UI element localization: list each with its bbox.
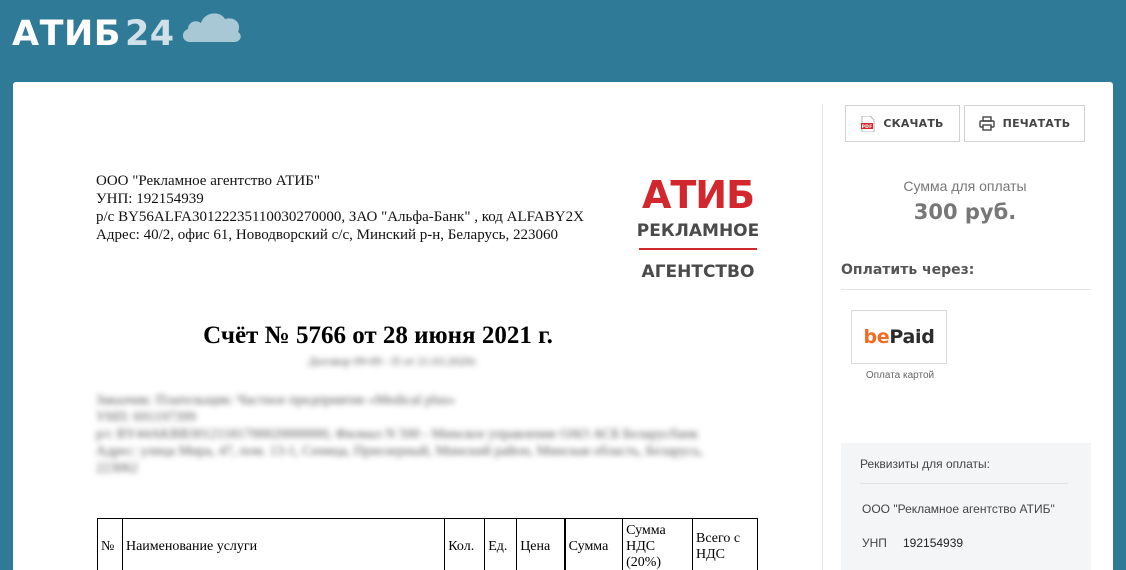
download-button[interactable]: PDF СКАЧАТЬ bbox=[845, 105, 960, 142]
pdf-icon: PDF bbox=[861, 115, 875, 132]
pay-via-heading: Оплатить через: bbox=[841, 262, 975, 278]
download-label: СКАЧАТЬ bbox=[883, 117, 944, 130]
seller-details: ООО "Рекламное агентство АТИБ" УНП: 1921… bbox=[96, 172, 616, 244]
logo-text: АТИБ bbox=[12, 14, 121, 54]
amount-label: Сумма для оплаты bbox=[903, 178, 1027, 194]
print-button[interactable]: ПЕЧАТАТЬ bbox=[964, 105, 1085, 142]
requisites-company: ООО "Рекламное агентство АТИБ" bbox=[862, 502, 1055, 516]
cloud-icon bbox=[182, 13, 241, 42]
brand-logo-main: АТИБ bbox=[642, 173, 754, 217]
client-details: Заказчик: Плательщик: Частное предприяти… bbox=[96, 392, 736, 477]
bepaid-button[interactable]: be Paid bbox=[851, 310, 947, 364]
brand-logo-line3: АГЕНТСТВО bbox=[642, 262, 755, 282]
brand-logo-line2: РЕКЛАМНОЕ bbox=[637, 221, 759, 241]
requisites-panel: Реквизиты для оплаты: ООО "Рекламное аге… bbox=[841, 443, 1091, 570]
seller-account: р/с BY56ALFA30122235110030270000, ЗАО "А… bbox=[96, 209, 584, 225]
invoice-card: ООО "Рекламное агентство АТИБ" УНП: 1921… bbox=[13, 82, 1113, 570]
col-unit: Ед. bbox=[484, 518, 518, 570]
contract-line: Договор 09-09 - П от 21.03.2020г. bbox=[308, 354, 478, 368]
invoice-document: ООО "Рекламное агентство АТИБ" УНП: 1921… bbox=[13, 82, 823, 570]
col-service-name: Наименование услуги bbox=[121, 518, 446, 570]
printer-icon bbox=[978, 116, 995, 131]
amount-value: 300 руб. bbox=[913, 200, 1017, 224]
bepaid-caption: Оплата картой bbox=[865, 370, 935, 381]
client-account: р/с BY44AKBB30121181700020000000, Филиал… bbox=[96, 427, 699, 442]
bepaid-logo-paid: Paid bbox=[889, 326, 935, 348]
invoice-title: Счёт № 5766 от 28 июня 2021 г. bbox=[203, 322, 553, 349]
col-quantity: Кол. bbox=[444, 518, 486, 570]
atib-agency-logo: АТИБ РЕКЛАМНОЕ АГЕНТСТВО bbox=[637, 173, 759, 282]
requisites-unp-value: 192154939 bbox=[903, 536, 964, 550]
col-vat-sum: Сумма НДС (20%) bbox=[622, 518, 694, 570]
requisites-divider bbox=[860, 483, 1068, 484]
site-logo[interactable]: АТИБ 24 bbox=[12, 14, 175, 54]
services-table: № Наименование услуги Кол. Ед. Цена Сумм… bbox=[97, 518, 758, 570]
pay-via-divider bbox=[841, 289, 1091, 290]
bepaid-logo-be: be bbox=[863, 326, 890, 348]
payment-sidebar: PDF СКАЧАТЬ ПЕЧАТАТЬ Сумма для оплаты 30… bbox=[823, 82, 1113, 570]
client-unp: УНП: 691197399 bbox=[96, 410, 197, 425]
client-name: Заказчик: Плательщик: Частное предприяти… bbox=[96, 393, 456, 408]
print-label: ПЕЧАТАТЬ bbox=[1002, 117, 1071, 130]
col-sum: Сумма bbox=[563, 518, 624, 570]
seller-unp: УНП: 192154939 bbox=[96, 191, 204, 207]
col-number: № bbox=[97, 518, 123, 570]
requisites-unp-label: УНП bbox=[862, 536, 887, 550]
client-address: Адрес: улица Мира, 47, пом. 13-1, Сеница… bbox=[96, 444, 704, 476]
top-bar: АТИБ 24 bbox=[0, 0, 1126, 82]
seller-address: Адрес: 40/2, офис 61, Новодворский с/с, … bbox=[96, 227, 558, 243]
requisites-title: Реквизиты для оплаты: bbox=[860, 457, 991, 471]
table-header-row: № Наименование услуги Кол. Ед. Цена Сумм… bbox=[97, 518, 758, 570]
seller-name: ООО "Рекламное агентство АТИБ" bbox=[96, 173, 320, 189]
col-price: Цена bbox=[516, 518, 566, 570]
svg-text:PDF: PDF bbox=[862, 124, 873, 130]
col-total-with-vat: Всего с НДС bbox=[692, 518, 758, 570]
logo-number: 24 bbox=[124, 14, 175, 54]
